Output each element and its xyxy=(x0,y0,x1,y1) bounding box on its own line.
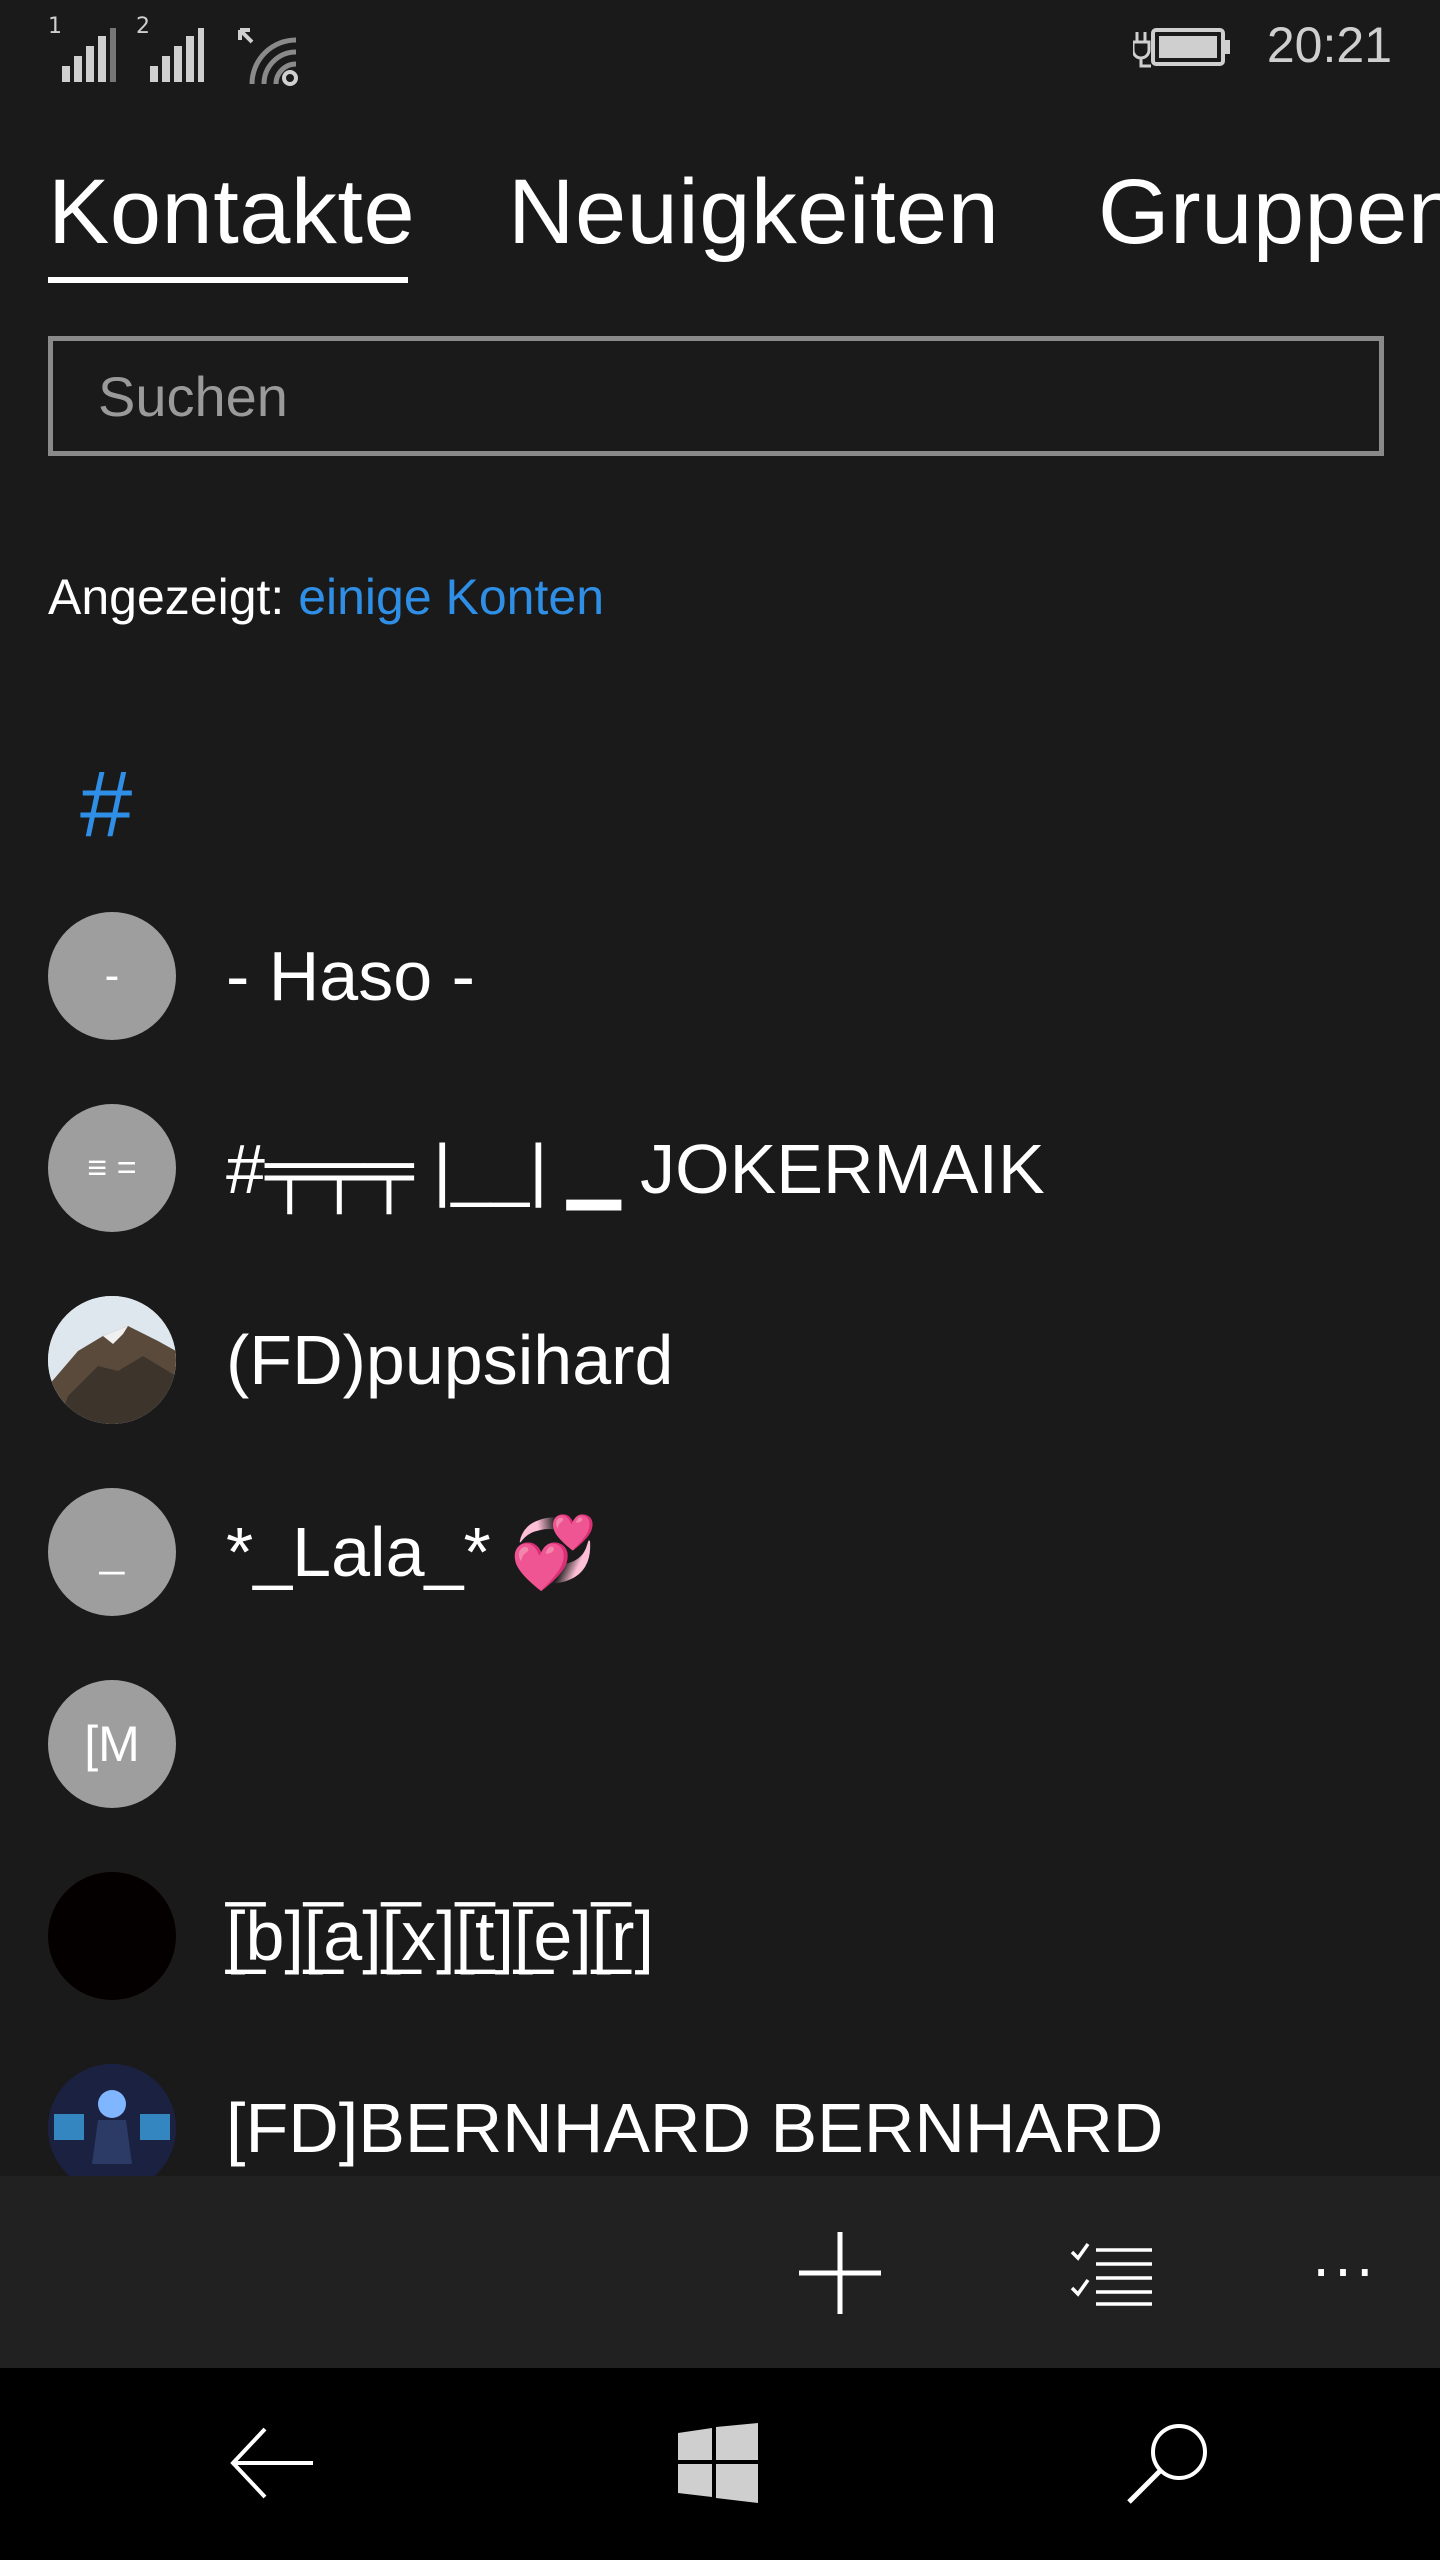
account-filter: Angezeigt: einige Konten xyxy=(48,568,604,626)
contact-name-text: *_Lala_* xyxy=(226,1513,491,1591)
contact-row[interactable]: - - Haso - xyxy=(48,912,1408,1042)
back-icon xyxy=(230,2427,313,2499)
navigation-bar xyxy=(0,2368,1440,2560)
contact-name: [FD]BERNHARD BERNHARD xyxy=(226,2089,1164,2167)
avatar: _ xyxy=(48,1488,176,1616)
search-button[interactable] xyxy=(1108,2408,1228,2518)
mountain-photo xyxy=(48,1296,176,1424)
contact-name: [̲̅b][̲̅a][̲̅x][̲̅t][̲̅e][̲̅r] xyxy=(226,1897,654,1975)
search-box[interactable] xyxy=(48,336,1384,456)
contact-row[interactable]: _ *_Lala_* 💞 xyxy=(48,1488,1408,1618)
clock: 20:21 xyxy=(1266,17,1392,73)
wifi-icon xyxy=(238,28,298,86)
contact-row[interactable]: [M xyxy=(48,1680,1408,1810)
hearts-emoji: 💞 xyxy=(510,1513,598,1591)
avatar-initials: ≡ = xyxy=(87,1148,137,1187)
contact-name: *_Lala_* 💞 xyxy=(226,1512,597,1594)
select-button[interactable] xyxy=(1058,2218,1168,2328)
tab-groups[interactable]: Gruppen xyxy=(1098,160,1440,265)
back-button[interactable] xyxy=(212,2408,332,2518)
avatar-initials: _ xyxy=(99,1527,125,1576)
avatar-initials: [M xyxy=(84,1716,140,1772)
search-icon xyxy=(1127,2424,1207,2504)
avatar: [M xyxy=(48,1680,176,1808)
status-bar: 1 2 20:21 xyxy=(0,0,1440,95)
more-icon: ··· xyxy=(1312,2240,1378,2306)
contact-row[interactable]: [FD]BERNHARD BERNHARD xyxy=(48,2064,1408,2176)
signal-icon xyxy=(62,28,116,82)
add-icon xyxy=(799,2232,881,2314)
app-bar: ··· xyxy=(0,2176,1440,2368)
avatar: ≡ = xyxy=(48,1104,176,1232)
avatar-photo xyxy=(48,1296,176,1424)
battery-charging-icon xyxy=(1131,28,1230,68)
windows-icon xyxy=(678,2423,758,2503)
contact-row[interactable]: [̲̅b][̲̅a][̲̅x][̲̅t][̲̅e][̲̅r] xyxy=(48,1872,1408,2002)
add-contact-button[interactable] xyxy=(785,2218,895,2328)
gamer-photo xyxy=(48,2064,176,2176)
avatar-photo xyxy=(48,2064,176,2176)
contact-name: (FD)pupsihard xyxy=(226,1321,674,1399)
avatar-photo xyxy=(48,1872,176,2000)
avatar: - xyxy=(48,912,176,1040)
tab-news[interactable]: Neuigkeiten xyxy=(508,160,999,265)
group-header[interactable]: # xyxy=(80,750,132,858)
contact-row[interactable]: (FD)pupsihard xyxy=(48,1296,1408,1426)
search-input[interactable] xyxy=(53,341,1379,451)
contact-row[interactable]: ≡ = #╤╤╤ |__| ▁ JOKERMAIK xyxy=(48,1104,1408,1234)
contact-name: - Haso - xyxy=(226,937,475,1015)
battery-status xyxy=(1131,22,1233,76)
active-tab-indicator xyxy=(48,277,408,283)
start-button[interactable] xyxy=(658,2408,778,2518)
tab-contacts[interactable]: Kontakte xyxy=(48,160,415,265)
avatar-initials: - xyxy=(104,951,120,1000)
select-list-icon xyxy=(1070,2242,1152,2306)
filter-prefix: Angezeigt: xyxy=(48,569,285,625)
filter-link[interactable]: einige Konten xyxy=(298,569,604,625)
contact-name: #╤╤╤ |__| ▁ JOKERMAIK xyxy=(226,1130,1045,1208)
signal-icon xyxy=(150,28,204,82)
more-button[interactable]: ··· xyxy=(1290,2218,1400,2328)
